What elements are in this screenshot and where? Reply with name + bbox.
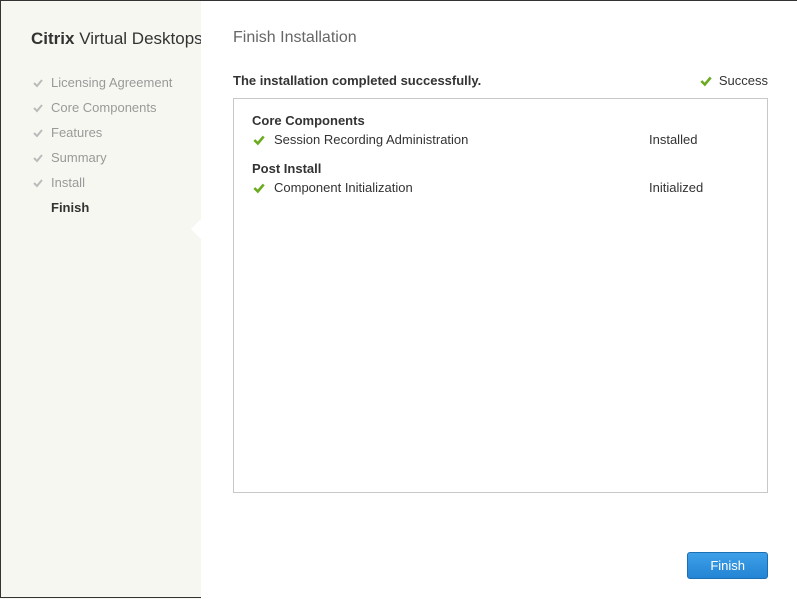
checkmark-icon bbox=[31, 126, 45, 140]
checkmark-icon bbox=[699, 74, 713, 88]
checkmark-icon bbox=[252, 181, 266, 195]
button-bar: Finish bbox=[687, 552, 768, 579]
item-name: Component Initialization bbox=[274, 180, 649, 195]
section-title-post: Post Install bbox=[252, 161, 749, 176]
checkmark-icon bbox=[252, 133, 266, 147]
nav-label: Core Components bbox=[51, 100, 157, 115]
nav-label: Install bbox=[51, 175, 85, 190]
nav-item-features: Features bbox=[31, 125, 201, 140]
product-name: Virtual Desktops 7 bbox=[79, 29, 217, 48]
checkmark-icon bbox=[31, 76, 45, 90]
nav-label: Finish bbox=[51, 200, 89, 215]
finish-button[interactable]: Finish bbox=[687, 552, 768, 579]
status-label: Success bbox=[719, 73, 768, 88]
nav-label: Features bbox=[51, 125, 102, 140]
nav-label: Licensing Agreement bbox=[51, 75, 172, 90]
list-item: Session Recording Administration Install… bbox=[252, 132, 749, 147]
list-item: Component Initialization Initialized bbox=[252, 180, 749, 195]
nav-item-finish: Finish bbox=[31, 200, 201, 215]
status-badge: Success bbox=[699, 73, 768, 88]
arrow-notch bbox=[191, 219, 201, 239]
section-title-core: Core Components bbox=[252, 113, 749, 128]
sidebar: Citrix Virtual Desktops 7 Licensing Agre… bbox=[1, 1, 201, 597]
checkmark-icon bbox=[31, 151, 45, 165]
status-message: The installation completed successfully. bbox=[233, 73, 481, 88]
item-name: Session Recording Administration bbox=[274, 132, 649, 147]
nav-item-licensing: Licensing Agreement bbox=[31, 75, 201, 90]
page-title: Finish Installation bbox=[233, 29, 768, 47]
content-panel: Core Components Session Recording Admini… bbox=[233, 98, 768, 493]
main-panel: Finish Installation The installation com… bbox=[201, 1, 797, 599]
checkmark-icon bbox=[31, 176, 45, 190]
nav-item-summary: Summary bbox=[31, 150, 201, 165]
nav-label: Summary bbox=[51, 150, 107, 165]
checkmark-icon bbox=[31, 101, 45, 115]
item-status: Initialized bbox=[649, 180, 749, 195]
nav-list: Licensing Agreement Core Components Feat… bbox=[31, 75, 201, 215]
product-brand: Citrix bbox=[31, 29, 74, 48]
nav-item-install: Install bbox=[31, 175, 201, 190]
product-title: Citrix Virtual Desktops 7 bbox=[31, 29, 201, 49]
item-status: Installed bbox=[649, 132, 749, 147]
nav-item-core-components: Core Components bbox=[31, 100, 201, 115]
status-row: The installation completed successfully.… bbox=[233, 73, 768, 88]
